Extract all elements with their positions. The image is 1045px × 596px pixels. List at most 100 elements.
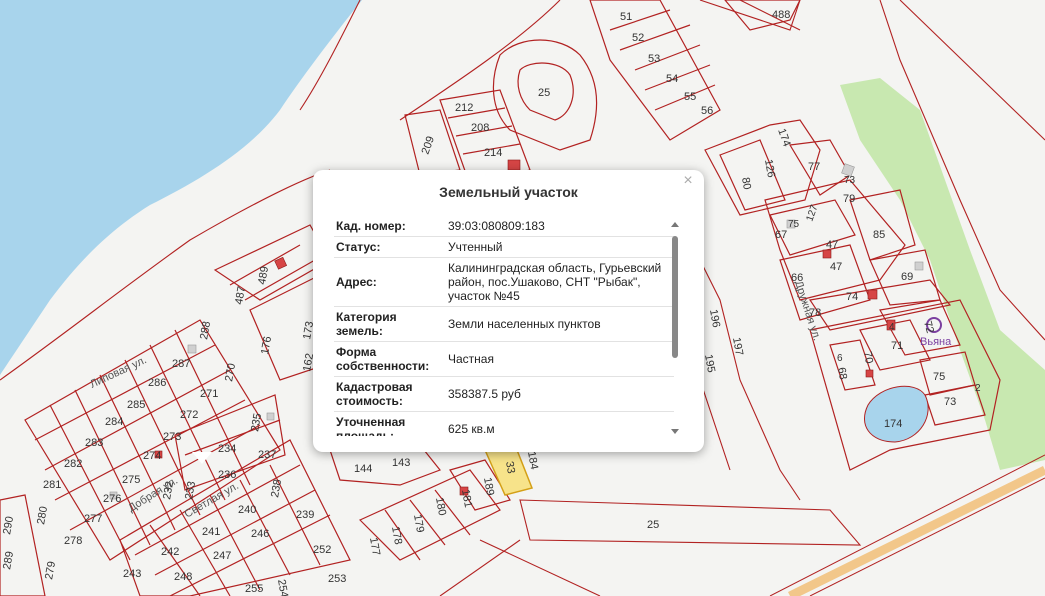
svg-text:284: 284 <box>105 416 123 428</box>
svg-text:184: 184 <box>525 450 540 470</box>
svg-text:74: 74 <box>846 291 858 303</box>
svg-text:287: 287 <box>172 358 190 370</box>
svg-text:56: 56 <box>701 105 713 117</box>
svg-text:236: 236 <box>218 469 236 481</box>
svg-text:2: 2 <box>975 383 981 394</box>
label-land-category: Категория земель: <box>334 306 446 342</box>
svg-text:246: 246 <box>251 528 269 540</box>
value-ownership: Частная <box>446 341 674 377</box>
svg-text:75: 75 <box>788 219 800 230</box>
svg-text:239: 239 <box>296 509 314 521</box>
value-status: Учтенный <box>446 236 674 258</box>
svg-text:69: 69 <box>901 271 913 283</box>
scroll-down-icon[interactable] <box>671 429 679 434</box>
label-area: Уточненная площадь: <box>334 411 446 436</box>
svg-text:78: 78 <box>809 307 821 319</box>
svg-text:197: 197 <box>730 336 745 356</box>
svg-text:4: 4 <box>889 322 895 333</box>
popup-body[interactable]: Кад. номер: 39:03:080809:183 Статус: Учт… <box>334 216 674 436</box>
svg-text:80: 80 <box>739 176 753 190</box>
svg-text:233: 233 <box>183 480 198 500</box>
svg-text:53: 53 <box>648 53 660 65</box>
svg-text:208: 208 <box>471 122 489 134</box>
svg-text:214: 214 <box>484 147 502 159</box>
svg-text:25: 25 <box>647 519 659 531</box>
pond <box>863 385 929 443</box>
scroll-up-icon[interactable] <box>671 222 679 227</box>
svg-text:232: 232 <box>161 480 176 500</box>
svg-text:71: 71 <box>891 340 903 352</box>
svg-text:180: 180 <box>433 496 448 516</box>
svg-text:47: 47 <box>830 261 842 273</box>
svg-text:238: 238 <box>269 478 284 498</box>
row-land-category: Категория земель: Земли населенных пункт… <box>334 306 674 342</box>
row-status: Статус: Учтенный <box>334 236 674 258</box>
svg-text:47: 47 <box>826 239 838 251</box>
svg-text:254: 254 <box>275 578 290 596</box>
svg-text:73: 73 <box>844 175 856 186</box>
svg-text:51: 51 <box>620 11 632 23</box>
svg-text:85: 85 <box>873 229 885 241</box>
svg-text:77: 77 <box>808 161 820 173</box>
svg-text:178: 178 <box>389 525 404 545</box>
svg-text:280: 280 <box>35 505 50 525</box>
svg-text:6: 6 <box>837 353 843 364</box>
svg-text:55: 55 <box>684 91 696 103</box>
svg-text:281: 281 <box>43 479 61 491</box>
value-cadastral-number: 39:03:080809:183 <box>446 216 674 237</box>
svg-text:487: 487 <box>233 285 248 305</box>
svg-text:275: 275 <box>122 474 140 486</box>
svg-text:75: 75 <box>933 371 945 383</box>
svg-text:177: 177 <box>367 536 382 556</box>
svg-text:242: 242 <box>161 546 179 558</box>
svg-text:271: 271 <box>200 388 218 400</box>
svg-text:282: 282 <box>64 458 82 470</box>
svg-text:253: 253 <box>328 573 346 585</box>
parcel-info-popup: Земельный участок × Кад. номер: 39:03:08… <box>313 170 704 452</box>
popup-scrollbar[interactable] <box>670 222 680 434</box>
svg-text:181: 181 <box>459 488 474 508</box>
value-address: Калининградская область, Гурьевский райо… <box>446 257 674 307</box>
scrollbar-thumb[interactable] <box>672 236 678 358</box>
svg-text:241: 241 <box>202 526 220 538</box>
popup-title: Земельный участок <box>439 184 578 200</box>
highway-edge <box>769 454 1045 596</box>
svg-text:488: 488 <box>772 9 790 21</box>
svg-text:237: 237 <box>258 449 276 461</box>
svg-text:196: 196 <box>707 308 722 328</box>
svg-text:67: 67 <box>775 229 787 241</box>
svg-text:144: 144 <box>354 463 372 475</box>
svg-text:278: 278 <box>64 535 82 547</box>
svg-text:179: 179 <box>411 513 426 533</box>
poi-label: Вьяна <box>920 336 952 348</box>
svg-text:52: 52 <box>632 32 644 44</box>
svg-text:247: 247 <box>213 550 231 562</box>
svg-text:79: 79 <box>843 193 855 205</box>
parcel-info-table: Кад. номер: 39:03:080809:183 Статус: Учт… <box>334 216 674 436</box>
svg-text:33: 33 <box>503 460 517 474</box>
svg-text:143: 143 <box>392 457 410 469</box>
row-address: Адрес: Калининградская область, Гурьевск… <box>334 257 674 307</box>
svg-text:174: 174 <box>884 418 902 430</box>
svg-text:290: 290 <box>1 515 16 535</box>
svg-text:489: 489 <box>256 265 271 285</box>
svg-text:54: 54 <box>666 73 678 85</box>
label-cadastral-value: Кадастровая стоимость: <box>334 376 446 412</box>
close-icon[interactable]: × <box>680 173 696 189</box>
svg-text:283: 283 <box>85 437 103 449</box>
svg-text:289: 289 <box>1 550 16 570</box>
svg-text:255: 255 <box>245 583 263 595</box>
value-cadastral-value: 358387.5 руб <box>446 376 674 412</box>
svg-text:174: 174 <box>775 127 793 148</box>
svg-text:270: 270 <box>223 362 238 382</box>
svg-text:277: 277 <box>84 513 102 525</box>
svg-text:209: 209 <box>420 135 438 156</box>
svg-text:176: 176 <box>259 335 274 355</box>
svg-text:212: 212 <box>455 102 473 114</box>
lake-water <box>0 0 362 375</box>
svg-text:195: 195 <box>702 353 717 373</box>
svg-text:273: 273 <box>163 431 181 443</box>
svg-text:279: 279 <box>43 560 58 580</box>
value-area: 625 кв.м <box>446 411 674 436</box>
row-cadastral-number: Кад. номер: 39:03:080809:183 <box>334 216 674 237</box>
